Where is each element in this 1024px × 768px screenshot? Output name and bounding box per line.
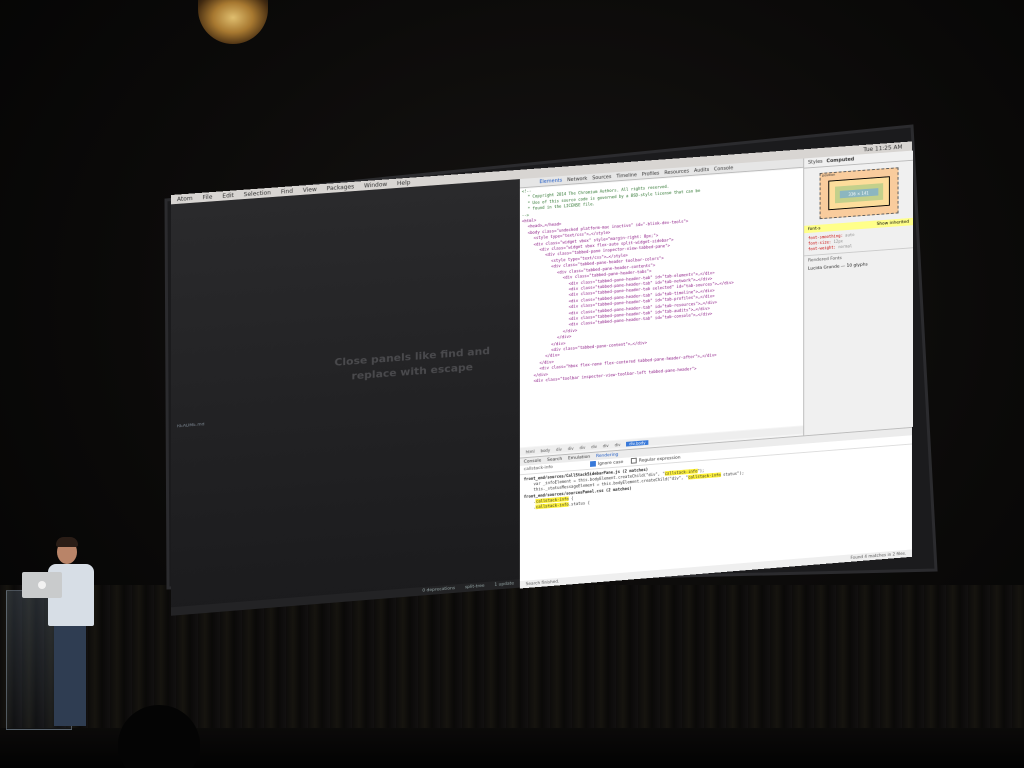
dom-node-text: <!--: [521, 188, 532, 194]
property-value: 12px: [833, 238, 843, 244]
atom-editor: README.md Close panels like find and rep…: [171, 179, 520, 616]
status-item[interactable]: 0 deprecations: [422, 586, 455, 593]
breadcrumb-item[interactable]: div.body: [626, 439, 649, 447]
theater-stage: Atom File Edit Selection Find View Packages Win…: [0, 0, 1024, 768]
dom-node-text: </div>: [562, 327, 578, 334]
match-after: {: [568, 495, 574, 501]
file-tree: README.md: [171, 213, 230, 554]
chandelier: [198, 0, 268, 44]
dom-node-text: <html>: [521, 217, 537, 224]
match-after: ");: [697, 468, 705, 474]
devtools-panel: Elements Network Sources Timeline Profiles Re…: [519, 150, 913, 589]
status-item[interactable]: 1 update: [494, 582, 514, 588]
editor-hint-text: Close panels like find and replace with …: [334, 344, 490, 383]
laptop: [22, 572, 62, 598]
sidebar-tab-computed[interactable]: Computed: [827, 157, 855, 165]
property-value: normal: [838, 243, 853, 250]
computed-sidebar: Styles Computed position 336 × 141 font-s…: [803, 150, 913, 436]
regex-checkbox[interactable]: [630, 457, 637, 464]
dom-node-text: </div>: [539, 359, 554, 365]
speaker: [40, 536, 100, 731]
computed-filter-input[interactable]: font-s: [808, 226, 820, 232]
speaker-pants: [54, 626, 86, 726]
tab-network[interactable]: Network: [567, 176, 587, 183]
box-model-label: position: [822, 172, 836, 178]
breadcrumb-item[interactable]: div: [603, 443, 609, 448]
menu-item-window[interactable]: Window: [364, 181, 387, 189]
dom-node-text: </div>: [551, 340, 566, 347]
tab-profiles[interactable]: Profiles: [642, 170, 660, 177]
breadcrumb-item[interactable]: div: [556, 446, 562, 451]
dom-node-text: -->: [521, 212, 530, 218]
tab-elements[interactable]: Elements: [539, 177, 562, 184]
tab-timeline[interactable]: Timeline: [616, 172, 637, 179]
box-model-content: 336 × 141: [839, 188, 878, 199]
search-finished-text: Search finished.: [525, 579, 560, 587]
breadcrumb-item[interactable]: body: [541, 447, 551, 452]
status-item[interactable]: split-tree: [465, 584, 485, 590]
dom-tree: <!-- * Copyright 2014 The Chromium Author…: [519, 168, 804, 448]
breadcrumb-item[interactable]: div: [568, 446, 574, 451]
dom-node-text: </div>: [556, 334, 572, 340]
ignore-case-option[interactable]: Ignore case: [590, 459, 623, 468]
projection-screen: Atom File Edit Selection Find View Packages Win…: [160, 118, 952, 616]
speaker-hair: [56, 537, 78, 547]
match-after: .status {: [568, 500, 590, 507]
drawer-tab-search[interactable]: Search: [547, 457, 562, 463]
breadcrumb-item[interactable]: div: [591, 444, 597, 449]
ignore-case-label: Ignore case: [597, 460, 624, 468]
tab-resources[interactable]: Resources: [664, 168, 689, 175]
box-model-border: 336 × 141: [827, 176, 890, 211]
menu-item-view[interactable]: View: [303, 186, 317, 194]
tab-console[interactable]: Console: [714, 165, 733, 172]
breadcrumb-item[interactable]: div: [615, 442, 621, 447]
match-after: status");: [720, 470, 745, 478]
ignore-case-checkbox[interactable]: [590, 461, 596, 468]
dom-node-text: </div>: [545, 352, 560, 359]
menu-item-atom[interactable]: Atom: [177, 195, 193, 203]
drawer-tab-console[interactable]: Console: [524, 458, 541, 464]
menu-item-edit[interactable]: Edit: [222, 192, 233, 199]
box-model-diagram: position 336 × 141: [819, 167, 899, 220]
projected-desktop: Atom File Edit Selection Find View Packages Win…: [171, 141, 913, 616]
tab-sources[interactable]: Sources: [592, 174, 611, 181]
tab-audits[interactable]: Audits: [694, 167, 709, 174]
breadcrumb-item[interactable]: html: [526, 449, 535, 454]
menu-item-help[interactable]: Help: [397, 179, 410, 186]
menu-item-file[interactable]: File: [203, 193, 213, 200]
box-model-padding: 336 × 141: [834, 183, 883, 204]
property-value: auto: [845, 232, 855, 238]
sidebar-tab-styles[interactable]: Styles: [808, 159, 823, 166]
breadcrumb-item[interactable]: div: [579, 445, 585, 450]
dom-node-text: </div>: [533, 371, 548, 378]
menu-item-find[interactable]: Find: [281, 188, 293, 195]
property-name: font-weight:: [808, 244, 836, 252]
